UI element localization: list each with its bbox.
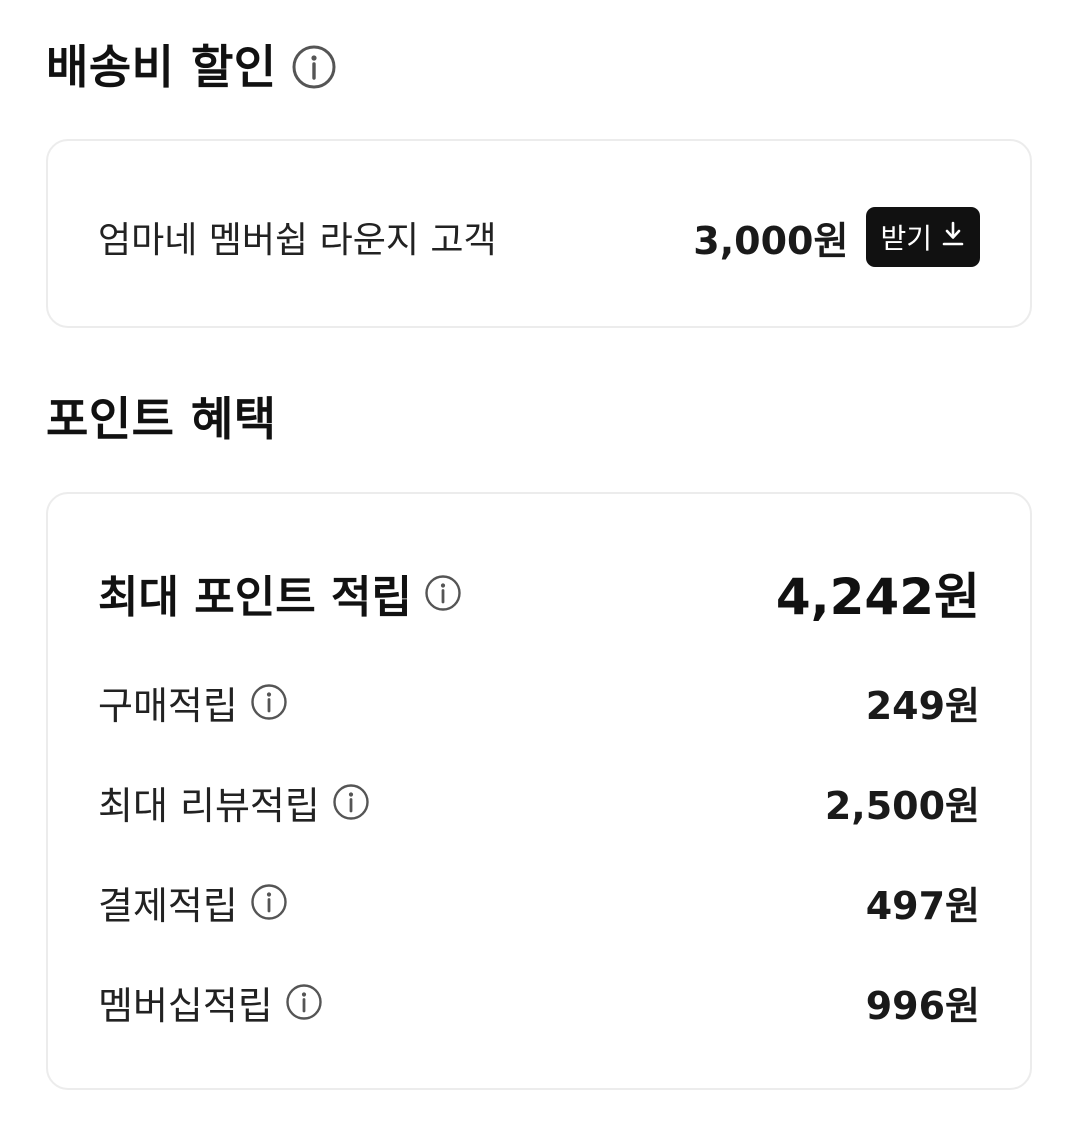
point-item-label-group: 구매적립 [98,675,288,730]
download-icon [940,220,966,255]
membership-points-label: 멤버십적립 [98,983,273,1028]
point-item-label-group: 결제적립 [98,875,288,930]
receive-button-label: 받기 [880,222,932,255]
info-circle-icon[interactable] [332,783,370,821]
info-circle-icon[interactable] [291,44,337,90]
max-points-row: 최대 포인트 적립 4,242원 [98,558,980,628]
membership-points-amount: 996원 [865,983,980,1028]
max-points-label-group: 최대 포인트 적립 [98,561,462,625]
info-circle-icon[interactable] [250,883,288,921]
point-benefits-card: 최대 포인트 적립 4,242원 구매적립 249원 최대 리뷰적립 2,500… [46,492,1032,1090]
shipping-discount-title: 배송비 할인 [46,40,277,94]
shipping-coupon-row: 엄마네 멤버쉽 라운지 고객 3,000원 받기 [98,207,980,267]
receive-coupon-button[interactable]: 받기 [866,207,980,267]
shipping-discount-card: 엄마네 멤버쉽 라운지 고객 3,000원 받기 [46,139,1032,328]
payment-points-label: 결제적립 [98,883,238,928]
coupon-amount: 3,000원 [693,218,849,263]
info-circle-icon[interactable] [250,683,288,721]
info-circle-icon[interactable] [424,574,462,612]
max-points-label: 최대 포인트 적립 [98,572,412,623]
point-benefits-title: 포인트 혜택 [46,392,277,446]
coupon-right: 3,000원 받기 [693,207,980,267]
point-item-row: 구매적립 249원 [98,674,980,730]
purchase-points-label: 구매적립 [98,683,238,728]
point-item-row: 결제적립 497원 [98,874,980,930]
review-points-label: 최대 리뷰적립 [98,783,320,828]
point-item-row: 멤버십적립 996원 [98,974,980,1030]
payment-points-amount: 497원 [865,883,980,928]
purchase-points-amount: 249원 [865,683,980,728]
coupon-label: 엄마네 멤버쉽 라운지 고객 [98,220,497,261]
point-benefits-title-row: 포인트 혜택 [46,396,277,442]
point-item-label-group: 최대 리뷰적립 [98,775,370,830]
max-points-amount: 4,242원 [775,568,980,626]
review-points-amount: 2,500원 [824,783,980,828]
shipping-discount-title-row: 배송비 할인 [46,44,337,90]
point-item-row: 최대 리뷰적립 2,500원 [98,774,980,830]
point-item-label-group: 멤버십적립 [98,975,323,1030]
info-circle-icon[interactable] [285,983,323,1021]
